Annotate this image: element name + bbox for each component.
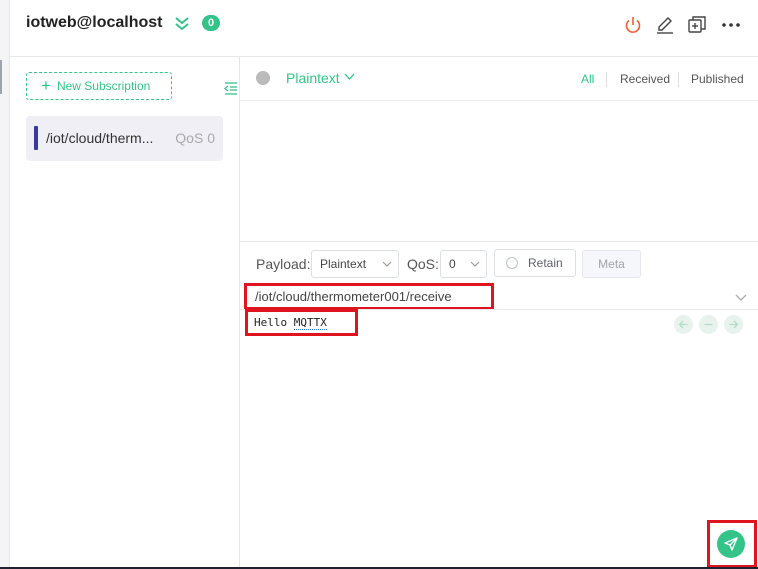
chevron-down-icon <box>470 261 480 267</box>
subscriptions-sidebar: + New Subscription /iot/cloud/therm... Qo… <box>10 57 240 569</box>
next-message-button[interactable] <box>724 315 743 334</box>
qos-label: QoS: <box>407 256 439 272</box>
send-button[interactable] <box>717 530 745 558</box>
minus-icon <box>704 323 713 326</box>
new-subscription-label: New Subscription <box>56 79 151 93</box>
new-window-icon[interactable] <box>686 14 708 36</box>
edit-icon[interactable] <box>654 14 676 36</box>
subscription-color-bar <box>34 126 38 150</box>
meta-button[interactable]: Meta <box>582 250 641 278</box>
message-count-badge: 0 <box>202 15 220 31</box>
filter-divider <box>678 72 679 87</box>
chevron-down-icon[interactable] <box>734 290 748 304</box>
double-chevron-down-icon[interactable] <box>173 14 191 32</box>
status-dot <box>256 71 270 85</box>
payload-label: Payload: <box>256 256 311 272</box>
power-icon[interactable] <box>622 14 644 36</box>
chevron-down-icon <box>344 73 355 80</box>
top-bar: iotweb@localhost 0 <box>10 0 758 57</box>
subscription-qos: QoS 0 <box>175 130 215 146</box>
clear-history-button[interactable] <box>699 315 718 334</box>
new-subscription-button[interactable]: + New Subscription <box>26 72 172 100</box>
arrow-left-icon <box>678 320 688 329</box>
qos-value: 0 <box>449 257 456 271</box>
topic-input[interactable]: /iot/cloud/thermometer001/receive <box>244 283 494 310</box>
retain-label: Retain <box>528 256 563 270</box>
message-list-header: Plaintext All Received Published <box>240 57 758 101</box>
qos-select[interactable]: 0 <box>440 250 487 278</box>
payload-format-select[interactable]: Plaintext <box>311 250 399 278</box>
filter-divider <box>606 72 607 87</box>
connection-name: iotweb@localhost <box>26 14 163 31</box>
send-icon <box>724 537 738 551</box>
retain-radio-icon <box>506 257 518 269</box>
connections-strip <box>0 0 10 569</box>
message-list <box>240 101 758 241</box>
filter-all[interactable]: All <box>581 72 594 86</box>
payload-text-underlined: MQTTX <box>293 316 327 330</box>
arrow-right-icon <box>729 320 739 329</box>
payload-text: Hello <box>254 316 294 329</box>
retain-checkbox[interactable]: Retain <box>494 249 576 277</box>
filter-received[interactable]: Received <box>620 72 670 86</box>
plus-icon: + <box>41 76 51 95</box>
previous-message-button[interactable] <box>674 315 693 334</box>
payload-format-dropdown[interactable]: Plaintext <box>286 70 355 86</box>
send-highlight <box>707 520 757 568</box>
strip-handle <box>0 60 2 94</box>
filter-published[interactable]: Published <box>691 72 744 86</box>
chevron-down-icon <box>382 261 392 267</box>
payload-editor[interactable]: Hello MQTTX <box>245 309 358 336</box>
subscription-item[interactable]: /iot/cloud/therm... QoS 0 <box>26 116 223 161</box>
collapse-icon[interactable] <box>223 80 239 96</box>
payload-format-label: Plaintext <box>286 70 340 86</box>
subscription-topic: /iot/cloud/therm... <box>46 130 154 146</box>
publish-panel: Payload: Plaintext QoS: 0 Retain Meta /i… <box>240 241 758 569</box>
more-icon[interactable] <box>720 14 742 36</box>
payload-format-value: Plaintext <box>320 257 367 271</box>
